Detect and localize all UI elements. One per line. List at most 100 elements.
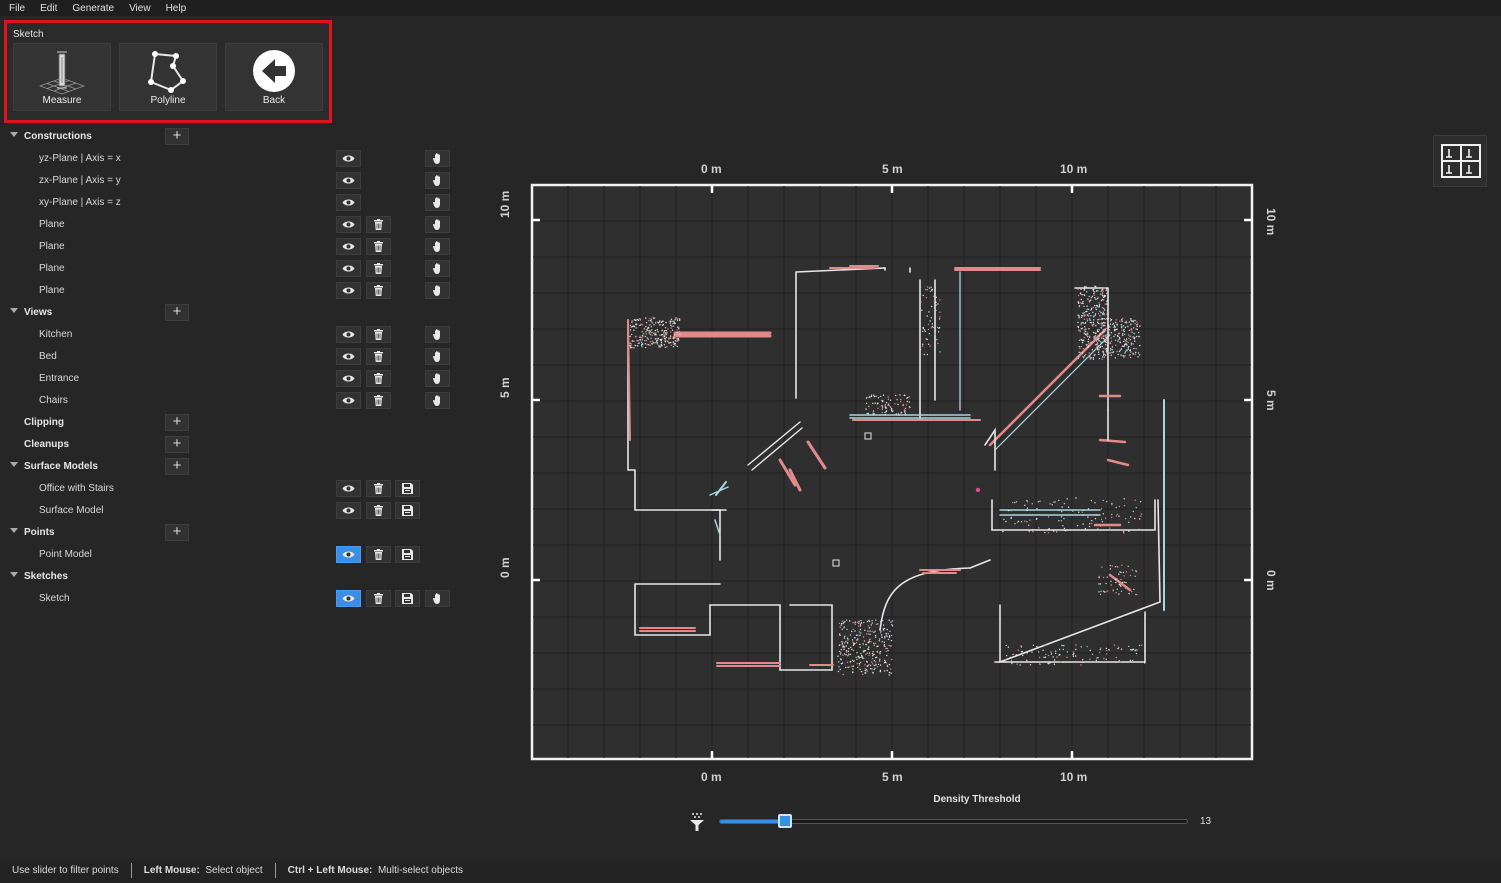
point-cloud-dot (928, 333, 930, 335)
menu-view[interactable]: View (120, 3, 157, 14)
right-tick-10: 10 m (1264, 208, 1278, 236)
tree-item[interactable]: Surface Model (0, 500, 458, 522)
select-hand-button[interactable] (425, 392, 450, 409)
select-hand-button[interactable] (425, 216, 450, 233)
visibility-toggle-button[interactable] (336, 216, 361, 233)
group-clipping[interactable]: Clipping + (0, 412, 458, 434)
group-cleanups[interactable]: Cleanups + (0, 434, 458, 456)
tree-item[interactable]: Chairs (0, 390, 458, 412)
point-cloud-dot (1125, 338, 1128, 340)
delete-button[interactable] (366, 260, 391, 277)
point-cloud-dot (1128, 334, 1130, 336)
point-cloud-dot (1101, 298, 1104, 301)
save-button[interactable] (395, 590, 420, 607)
eye-icon (342, 352, 355, 361)
delete-button[interactable] (366, 370, 391, 387)
visibility-toggle-button[interactable] (336, 194, 361, 211)
add-cleanups-button[interactable]: + (165, 436, 189, 453)
expand-caret-icon[interactable] (10, 308, 18, 313)
visibility-toggle-button[interactable] (336, 348, 361, 365)
delete-button[interactable] (366, 480, 391, 497)
visibility-toggle-button[interactable] (336, 480, 361, 497)
density-slider-handle[interactable] (777, 814, 792, 828)
delete-button[interactable] (366, 282, 391, 299)
delete-button[interactable] (366, 216, 391, 233)
point-cloud-dot (660, 324, 662, 326)
tree-item[interactable]: zx-Plane | Axis = y (0, 170, 458, 192)
group-constructions[interactable]: Constructions + (0, 126, 458, 148)
select-hand-button[interactable] (425, 150, 450, 167)
visibility-toggle-button[interactable] (336, 546, 361, 563)
menu-edit[interactable]: Edit (31, 3, 63, 14)
add-surface-models-button[interactable]: + (165, 458, 189, 475)
tree-item[interactable]: yz-Plane | Axis = x (0, 148, 458, 170)
add-constructions-button[interactable]: + (165, 128, 189, 145)
tree-item[interactable]: Point Model (0, 544, 458, 566)
visibility-toggle-button[interactable] (336, 502, 361, 519)
expand-caret-icon[interactable] (10, 528, 18, 533)
visibility-toggle-button[interactable] (336, 326, 361, 343)
tree-item[interactable]: Plane (0, 258, 458, 280)
save-button[interactable] (395, 546, 420, 563)
visibility-toggle-button[interactable] (336, 590, 361, 607)
delete-button[interactable] (366, 502, 391, 519)
point-cloud-dot (1084, 528, 1087, 530)
add-views-button[interactable]: + (165, 304, 189, 321)
group-views[interactable]: Views + (0, 302, 458, 324)
tree-item[interactable]: Bed (0, 346, 458, 368)
tree-item[interactable]: Plane (0, 280, 458, 302)
tree-item[interactable]: xy-Plane | Axis = z (0, 192, 458, 214)
tree-item[interactable]: Office with Stairs (0, 478, 458, 500)
select-hand-button[interactable] (425, 238, 450, 255)
point-cloud-dot (877, 402, 879, 404)
select-hand-button[interactable] (425, 282, 450, 299)
group-points[interactable]: Points + (0, 522, 458, 544)
select-hand-button[interactable] (425, 370, 450, 387)
select-hand-button[interactable] (425, 172, 450, 189)
expand-caret-icon[interactable] (10, 462, 18, 467)
floorplan-canvas[interactable] (480, 150, 1310, 790)
visibility-toggle-button[interactable] (336, 392, 361, 409)
select-hand-button[interactable] (425, 260, 450, 277)
tree-item[interactable]: Sketch (0, 588, 458, 610)
expand-caret-icon[interactable] (10, 572, 18, 577)
polyline-button[interactable]: Polyline (119, 43, 217, 111)
delete-button[interactable] (366, 590, 391, 607)
visibility-toggle-button[interactable] (336, 172, 361, 189)
add-points-button[interactable]: + (165, 524, 189, 541)
visibility-toggle-button[interactable] (336, 260, 361, 277)
measure-button[interactable]: Measure (13, 43, 111, 111)
tree-item[interactable]: Kitchen (0, 324, 458, 346)
visibility-toggle-button[interactable] (336, 150, 361, 167)
select-hand-button[interactable] (425, 348, 450, 365)
tree-item[interactable]: Plane (0, 236, 458, 258)
layout-toggle-button[interactable] (1433, 135, 1487, 187)
tree-item[interactable]: Entrance (0, 368, 458, 390)
save-button[interactable] (395, 502, 420, 519)
tree-item[interactable]: Plane (0, 214, 458, 236)
group-sketches[interactable]: Sketches (0, 566, 458, 588)
select-hand-button[interactable] (425, 194, 450, 211)
visibility-toggle-button[interactable] (336, 238, 361, 255)
floorplan-viewport[interactable]: 0 m 5 m 10 m 0 m 5 m 10 m 10 m 5 m 0 m 1… (480, 150, 1310, 790)
menu-help[interactable]: Help (157, 3, 193, 14)
group-surface-models[interactable]: Surface Models + (0, 456, 458, 478)
menu-file[interactable]: File (0, 3, 31, 14)
delete-button[interactable] (366, 238, 391, 255)
point-cloud-dot (875, 657, 877, 659)
visibility-toggle-button[interactable] (336, 282, 361, 299)
expand-caret-icon[interactable] (10, 132, 18, 137)
delete-button[interactable] (366, 348, 391, 365)
delete-button[interactable] (366, 326, 391, 343)
save-button[interactable] (395, 480, 420, 497)
point-cloud-dot (846, 651, 848, 653)
point-cloud-dot (888, 619, 890, 621)
select-hand-button[interactable] (425, 590, 450, 607)
menu-generate[interactable]: Generate (63, 3, 120, 14)
delete-button[interactable] (366, 546, 391, 563)
visibility-toggle-button[interactable] (336, 370, 361, 387)
delete-button[interactable] (366, 392, 391, 409)
back-button[interactable]: Back (225, 43, 323, 111)
add-clipping-button[interactable]: + (165, 414, 189, 431)
select-hand-button[interactable] (425, 326, 450, 343)
